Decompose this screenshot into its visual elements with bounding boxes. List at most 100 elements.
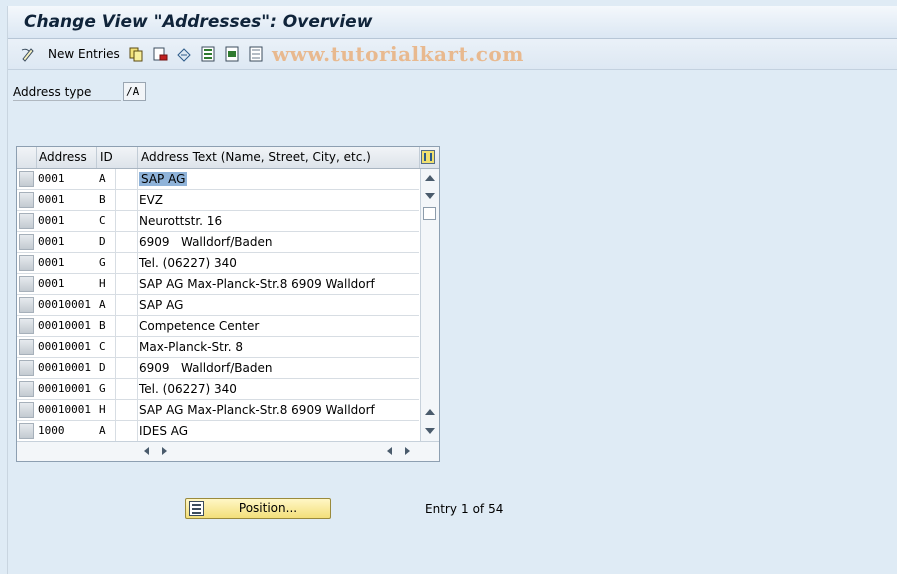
address-type-label: Address type <box>13 84 121 101</box>
cell-address-text[interactable]: 6909 Walldorf/Baden <box>137 232 419 252</box>
page-title: Change View "Addresses": Overview <box>24 12 373 32</box>
column-header-id[interactable]: ID <box>97 147 138 168</box>
addresses-table: Address ID Address Text (Name, Street, C… <box>16 146 440 462</box>
table-row: 00010001 D 6909 Walldorf/Baden <box>17 358 419 379</box>
table-settings-icon[interactable] <box>421 150 435 164</box>
row-selector[interactable] <box>19 402 34 418</box>
row-selector[interactable] <box>19 339 34 355</box>
select-all-icon <box>201 46 215 62</box>
row-selector[interactable] <box>19 171 34 187</box>
select-block-icon <box>225 46 239 62</box>
table-header: Address ID Address Text (Name, Street, C… <box>17 147 439 169</box>
table-row: 0001 D 6909 Walldorf/Baden <box>17 232 419 253</box>
new-entries-button[interactable]: New Entries <box>46 45 120 63</box>
entry-total: 54 <box>488 502 504 516</box>
table-row: 0001 A SAP AG <box>17 169 419 190</box>
row-selector[interactable] <box>19 297 34 313</box>
scroll-left-end-icon[interactable] <box>387 447 392 455</box>
table-row: 0001 C Neurottstr. 16 <box>17 211 419 232</box>
cell-id: C <box>97 211 138 231</box>
position-button[interactable]: Position... <box>185 498 331 519</box>
row-selector[interactable] <box>19 276 34 292</box>
scroll-right-icon[interactable] <box>162 447 167 455</box>
column-header-address[interactable]: Address <box>36 147 97 168</box>
table-row: 00010001 C Max-Planck-Str. 8 <box>17 337 419 358</box>
cell-address-text[interactable]: 6909 Walldorf/Baden <box>137 358 419 378</box>
edit-pen-icon <box>21 48 34 62</box>
entry-label: Entry <box>425 502 457 516</box>
cell-address-text[interactable]: SAP AG Max-Planck-Str.8 6909 Walldorf <box>137 400 419 420</box>
copy-icon <box>129 47 143 62</box>
row-selector[interactable] <box>19 318 34 334</box>
cell-address-text[interactable]: Competence Center <box>137 316 419 336</box>
entry-counter: Entry 1 of 54 <box>425 502 507 516</box>
page-up-icon[interactable] <box>425 409 435 415</box>
title-bar: Change View "Addresses": Overview <box>8 6 897 39</box>
edit-toggle-button[interactable] <box>20 45 36 63</box>
scroll-up-icon[interactable] <box>425 175 435 181</box>
cell-address-text[interactable]: SAP AG Max-Planck-Str.8 6909 Walldorf <box>137 274 419 294</box>
column-header-address-text[interactable]: Address Text (Name, Street, City, etc.) <box>138 147 420 168</box>
table-row: 00010001 A SAP AG <box>17 295 419 316</box>
cell-id: B <box>97 316 138 336</box>
table-row: 1000 A IDES AG <box>17 421 419 442</box>
table-body: 0001 A SAP AG 0001 B EVZ 0001 C Neurottstr. 16… <box>17 169 419 442</box>
cell-address-text[interactable]: SAP AG <box>137 169 419 189</box>
row-selector[interactable] <box>19 423 34 439</box>
row-selector[interactable] <box>19 234 34 250</box>
row-selector[interactable] <box>19 213 34 229</box>
scroll-left-icon[interactable] <box>144 447 149 455</box>
entry-current: 1 <box>460 502 469 516</box>
deselect-all-icon <box>249 46 263 62</box>
row-selector[interactable] <box>19 360 34 376</box>
undo-button[interactable] <box>176 45 192 63</box>
scroll-right-end-icon[interactable] <box>405 447 410 455</box>
row-selector[interactable] <box>19 192 34 208</box>
cell-address-text[interactable]: EVZ <box>137 190 419 210</box>
delete-icon <box>153 47 168 61</box>
cell-address-text[interactable]: Max-Planck-Str. 8 <box>137 337 419 357</box>
scroll-down-icon[interactable] <box>425 193 435 199</box>
cell-id: C <box>97 337 138 357</box>
entry-of-label: of <box>472 502 485 516</box>
select-all-button[interactable] <box>200 45 216 63</box>
cell-id: H <box>97 400 138 420</box>
cell-address-text[interactable]: IDES AG <box>137 421 419 441</box>
table-row: 00010001 G Tel. (06227) 340 <box>17 379 419 400</box>
select-all-rows-cell[interactable] <box>17 147 37 168</box>
copy-button[interactable] <box>128 45 144 63</box>
scroll-thumb[interactable] <box>423 207 436 220</box>
position-button-label: Position... <box>238 501 298 515</box>
vertical-scrollbar[interactable] <box>420 169 439 441</box>
cell-id: D <box>97 232 138 252</box>
cell-address-text[interactable]: Tel. (06227) 340 <box>137 379 419 399</box>
cell-address-text[interactable]: Neurottstr. 16 <box>137 211 419 231</box>
address-text-value: SAP AG <box>139 172 188 186</box>
table-row: 0001 H SAP AG Max-Planck-Str.8 6909 Walldo… <box>17 274 419 295</box>
table-row: 00010001 B Competence Center <box>17 316 419 337</box>
cell-id: G <box>97 379 138 399</box>
cell-id: A <box>97 169 138 189</box>
horizontal-scrollbar[interactable] <box>17 441 439 461</box>
delete-button[interactable] <box>152 45 168 63</box>
deselect-all-button[interactable] <box>248 45 264 63</box>
cell-id: A <box>97 421 138 441</box>
table-row: 00010001 H SAP AG Max-Planck-Str.8 6909 Wa… <box>17 400 419 421</box>
select-block-button[interactable] <box>224 45 240 63</box>
cell-id: D <box>97 358 138 378</box>
address-type-input[interactable]: /A <box>123 82 146 101</box>
cell-id: G <box>97 253 138 273</box>
table-row: 0001 B EVZ <box>17 190 419 211</box>
new-entries-label: New Entries <box>48 47 120 61</box>
watermark: www.tutorialkart.com <box>272 42 524 66</box>
cell-id: B <box>97 190 138 210</box>
undo-icon <box>177 48 191 62</box>
table-row: 0001 G Tel. (06227) 340 <box>17 253 419 274</box>
cell-id: A <box>97 295 138 315</box>
cell-address-text[interactable]: Tel. (06227) 340 <box>137 253 419 273</box>
row-selector[interactable] <box>19 381 34 397</box>
row-selector[interactable] <box>19 255 34 271</box>
cell-id: H <box>97 274 138 294</box>
page-down-icon[interactable] <box>425 428 435 434</box>
cell-address-text[interactable]: SAP AG <box>137 295 419 315</box>
